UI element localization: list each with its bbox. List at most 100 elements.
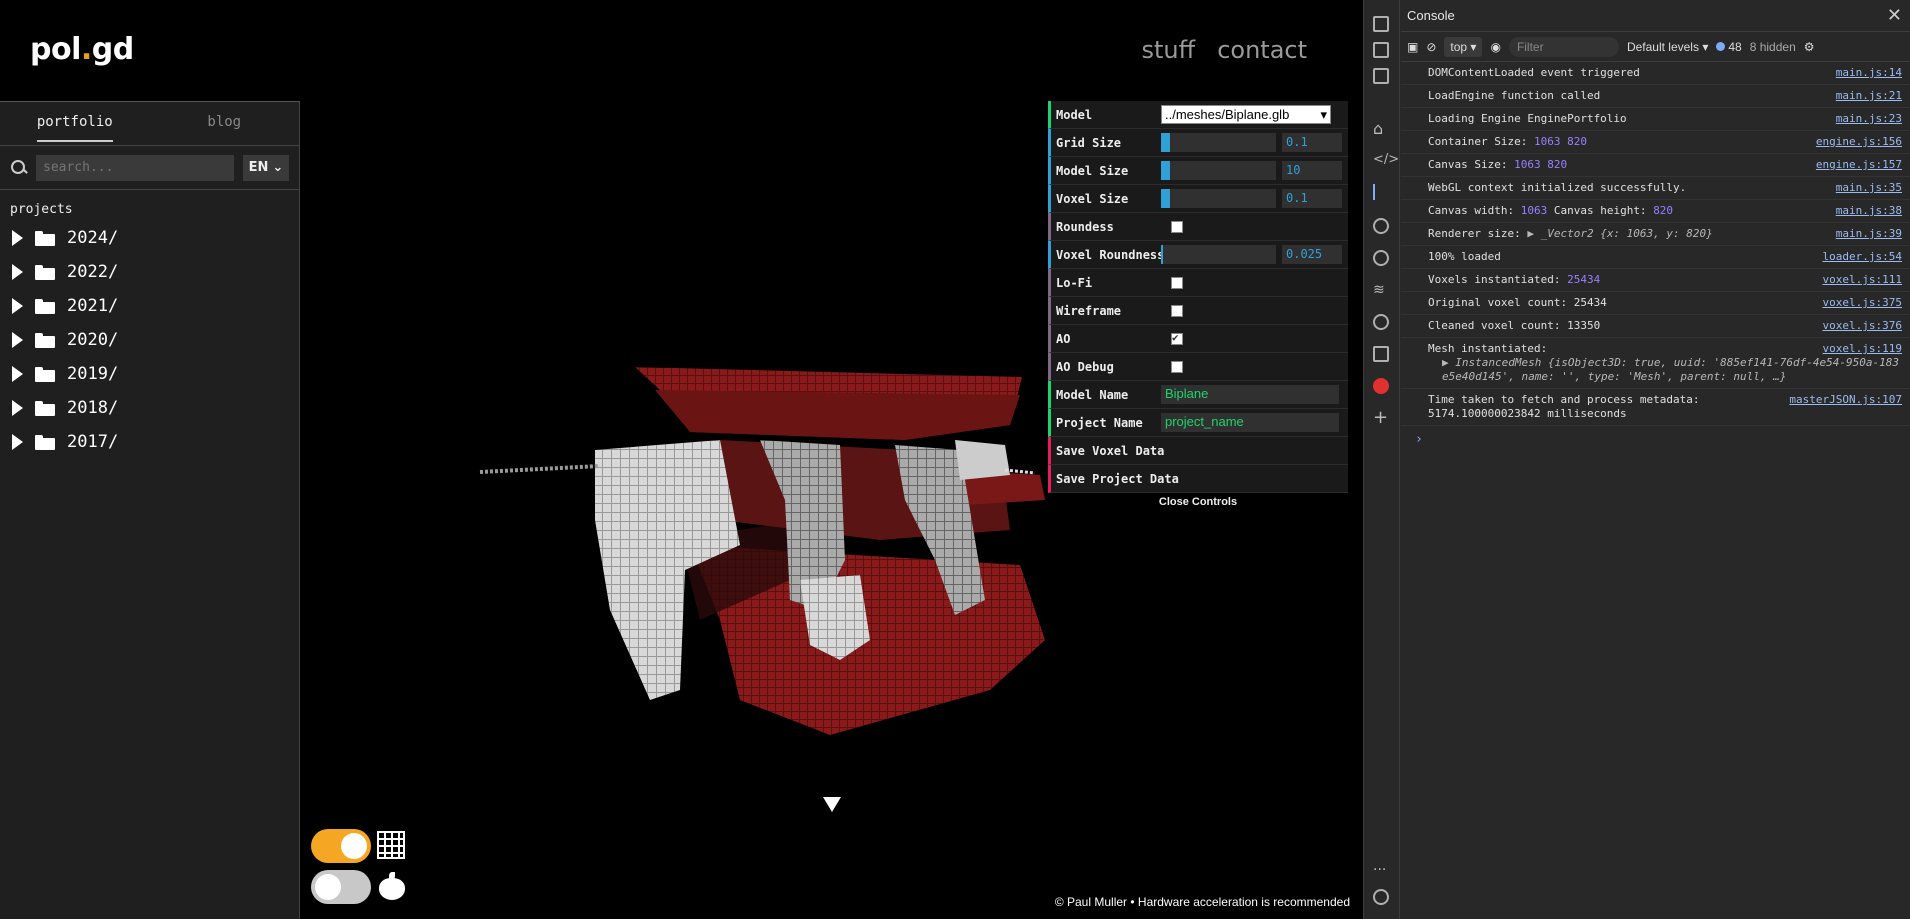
log-source-link[interactable]: main.js:38 bbox=[1836, 204, 1902, 218]
folder-item[interactable]: 2021/ bbox=[10, 289, 289, 323]
tab-portfolio[interactable]: portfolio bbox=[0, 102, 150, 145]
voxel-roundness-slider[interactable] bbox=[1161, 245, 1276, 264]
nav-link-stuff[interactable]: stuff bbox=[1142, 36, 1196, 64]
apple-toggle[interactable] bbox=[311, 870, 371, 904]
log-entry: Mesh instantiated: voxel.js:119 ▶ Instanc… bbox=[1401, 338, 1910, 389]
window-icon[interactable] bbox=[1373, 68, 1389, 84]
scroll-down-arrow-icon[interactable] bbox=[823, 797, 841, 812]
log-source-link[interactable]: main.js:21 bbox=[1836, 89, 1902, 103]
add-icon[interactable]: + bbox=[1373, 409, 1389, 427]
project-name-label: Project Name bbox=[1056, 415, 1143, 430]
log-source-link[interactable]: voxel.js:119 bbox=[1823, 342, 1902, 356]
log-source-link[interactable]: masterJSON.js:107 bbox=[1789, 393, 1902, 407]
log-source-link[interactable]: main.js:39 bbox=[1836, 227, 1902, 241]
log-source-link[interactable]: main.js:23 bbox=[1836, 112, 1902, 126]
folder-item[interactable]: 2018/ bbox=[10, 391, 289, 425]
filter-input[interactable]: Filter bbox=[1508, 36, 1619, 57]
settings-gear-icon[interactable]: ⚙ bbox=[1804, 40, 1815, 54]
expand-arrow-icon[interactable] bbox=[12, 332, 23, 348]
logo-text: pol bbox=[30, 32, 81, 67]
device-toggle-icon[interactable] bbox=[1373, 42, 1389, 58]
roundess-checkbox[interactable] bbox=[1171, 220, 1183, 233]
model-size-slider[interactable] bbox=[1161, 161, 1276, 180]
expand-arrow-icon[interactable] bbox=[12, 230, 23, 246]
log-source-link[interactable]: voxel.js:376 bbox=[1823, 319, 1902, 333]
tab-blog[interactable]: blog bbox=[150, 102, 300, 145]
voxel-size-input[interactable]: 0.1 bbox=[1282, 189, 1342, 208]
log-text: 5174.100000023842 milliseconds bbox=[1428, 407, 1627, 420]
more-icon[interactable]: ··· bbox=[1373, 862, 1389, 878]
controls-panel: Model ../meshes/Biplane.glb ▾ Grid Size 0… bbox=[1048, 101, 1348, 513]
performance-icon[interactable] bbox=[1373, 250, 1389, 266]
folder-item[interactable]: 2024/ bbox=[10, 221, 289, 255]
log-text: Original voxel count: 25434 bbox=[1428, 296, 1607, 309]
home-icon[interactable]: ⌂ bbox=[1373, 121, 1389, 137]
log-source-link[interactable]: voxel.js:375 bbox=[1823, 296, 1902, 310]
folder-label: 2022/ bbox=[67, 262, 119, 282]
elements-icon[interactable]: </> bbox=[1373, 152, 1399, 168]
expand-arrow-icon[interactable] bbox=[12, 366, 23, 382]
voxel-roundness-input[interactable]: 0.025 bbox=[1282, 245, 1342, 264]
log-source-link[interactable]: main.js:35 bbox=[1836, 181, 1902, 195]
save-project-button[interactable]: Save Project Data bbox=[1048, 465, 1348, 493]
ao-checkbox[interactable] bbox=[1171, 331, 1183, 345]
tab-portfolio-label: portfolio bbox=[36, 114, 113, 142]
clear-console-icon[interactable]: ⊘ bbox=[1426, 40, 1436, 54]
tab-blog-label: blog bbox=[207, 114, 242, 130]
search-input[interactable] bbox=[36, 154, 234, 181]
site-logo[interactable]: pol.gd bbox=[30, 32, 134, 67]
wifi-icon[interactable]: ≋ bbox=[1373, 282, 1389, 298]
grid-size-input[interactable]: 0.1 bbox=[1282, 133, 1342, 152]
expand-arrow-icon[interactable] bbox=[12, 400, 23, 416]
nav-link-contact[interactable]: contact bbox=[1217, 36, 1307, 64]
language-select[interactable]: EN ⌄ bbox=[243, 154, 289, 181]
folder-icon bbox=[35, 264, 55, 280]
grid-toggle[interactable] bbox=[311, 829, 371, 863]
expand-arrow-icon[interactable] bbox=[12, 298, 23, 314]
wireframe-checkbox[interactable] bbox=[1171, 304, 1183, 317]
model-select[interactable]: ../meshes/Biplane.glb ▾ bbox=[1161, 105, 1331, 124]
close-controls-button[interactable]: Close Controls bbox=[1048, 493, 1348, 513]
eye-icon[interactable]: ◉ bbox=[1490, 40, 1500, 54]
folder-icon bbox=[35, 366, 55, 382]
console-prompt[interactable]: › bbox=[1401, 426, 1910, 453]
bug-icon[interactable] bbox=[1373, 218, 1389, 234]
folder-item[interactable]: 2017/ bbox=[10, 425, 289, 459]
voxel-size-slider[interactable] bbox=[1161, 189, 1276, 208]
model-size-input[interactable]: 10 bbox=[1282, 161, 1342, 180]
project-name-input[interactable]: project_name bbox=[1161, 413, 1339, 432]
log-source-link[interactable]: engine.js:156 bbox=[1816, 135, 1902, 149]
expand-arrow-icon[interactable] bbox=[12, 434, 23, 450]
grid-size-slider[interactable] bbox=[1161, 133, 1276, 152]
model-name-input[interactable]: Biplane bbox=[1161, 385, 1339, 404]
folder-item[interactable]: 2020/ bbox=[10, 323, 289, 357]
folder-item[interactable]: 2019/ bbox=[10, 357, 289, 391]
log-source-link[interactable]: voxel.js:111 bbox=[1823, 273, 1902, 287]
folder-item[interactable]: 2022/ bbox=[10, 255, 289, 289]
save-voxel-label: Save Voxel Data bbox=[1056, 443, 1165, 458]
cast-icon[interactable] bbox=[1373, 16, 1389, 32]
log-levels-select[interactable]: Default levels ▾ bbox=[1627, 40, 1708, 54]
gear-chip-icon[interactable] bbox=[1373, 314, 1389, 330]
stop-hand-icon[interactable] bbox=[1373, 378, 1389, 394]
application-icon[interactable] bbox=[1373, 346, 1389, 362]
message-count[interactable]: 48 bbox=[1716, 40, 1742, 54]
console-icon[interactable] bbox=[1373, 184, 1389, 200]
log-source-link[interactable]: main.js:14 bbox=[1836, 66, 1902, 80]
save-voxel-button[interactable]: Save Voxel Data bbox=[1048, 437, 1348, 465]
voxel-wire-left bbox=[479, 464, 601, 474]
lofi-checkbox[interactable] bbox=[1171, 276, 1183, 289]
log-entry: Canvas Size: 1063 820 engine.js:157 bbox=[1401, 154, 1910, 177]
sidebar-toggle-icon[interactable]: ▣ bbox=[1407, 40, 1418, 54]
log-source-link[interactable]: engine.js:157 bbox=[1816, 158, 1902, 172]
log-object[interactable]: ▶ _Vector2 {x: 1063, y: 820} bbox=[1527, 227, 1712, 240]
ao-debug-checkbox[interactable] bbox=[1171, 360, 1183, 373]
log-object-expander[interactable]: ▶ InstancedMesh {isObject3D: true, uuid:… bbox=[1428, 356, 1902, 384]
log-source-link[interactable]: loader.js:54 bbox=[1823, 250, 1902, 264]
wireframe-label: Wireframe bbox=[1056, 303, 1122, 318]
close-icon[interactable]: ✕ bbox=[1887, 5, 1902, 26]
expand-arrow-icon[interactable] bbox=[12, 264, 23, 280]
help-icon[interactable] bbox=[1373, 889, 1389, 905]
lofi-label: Lo-Fi bbox=[1056, 275, 1093, 290]
context-select[interactable]: top ▾ bbox=[1444, 36, 1483, 57]
